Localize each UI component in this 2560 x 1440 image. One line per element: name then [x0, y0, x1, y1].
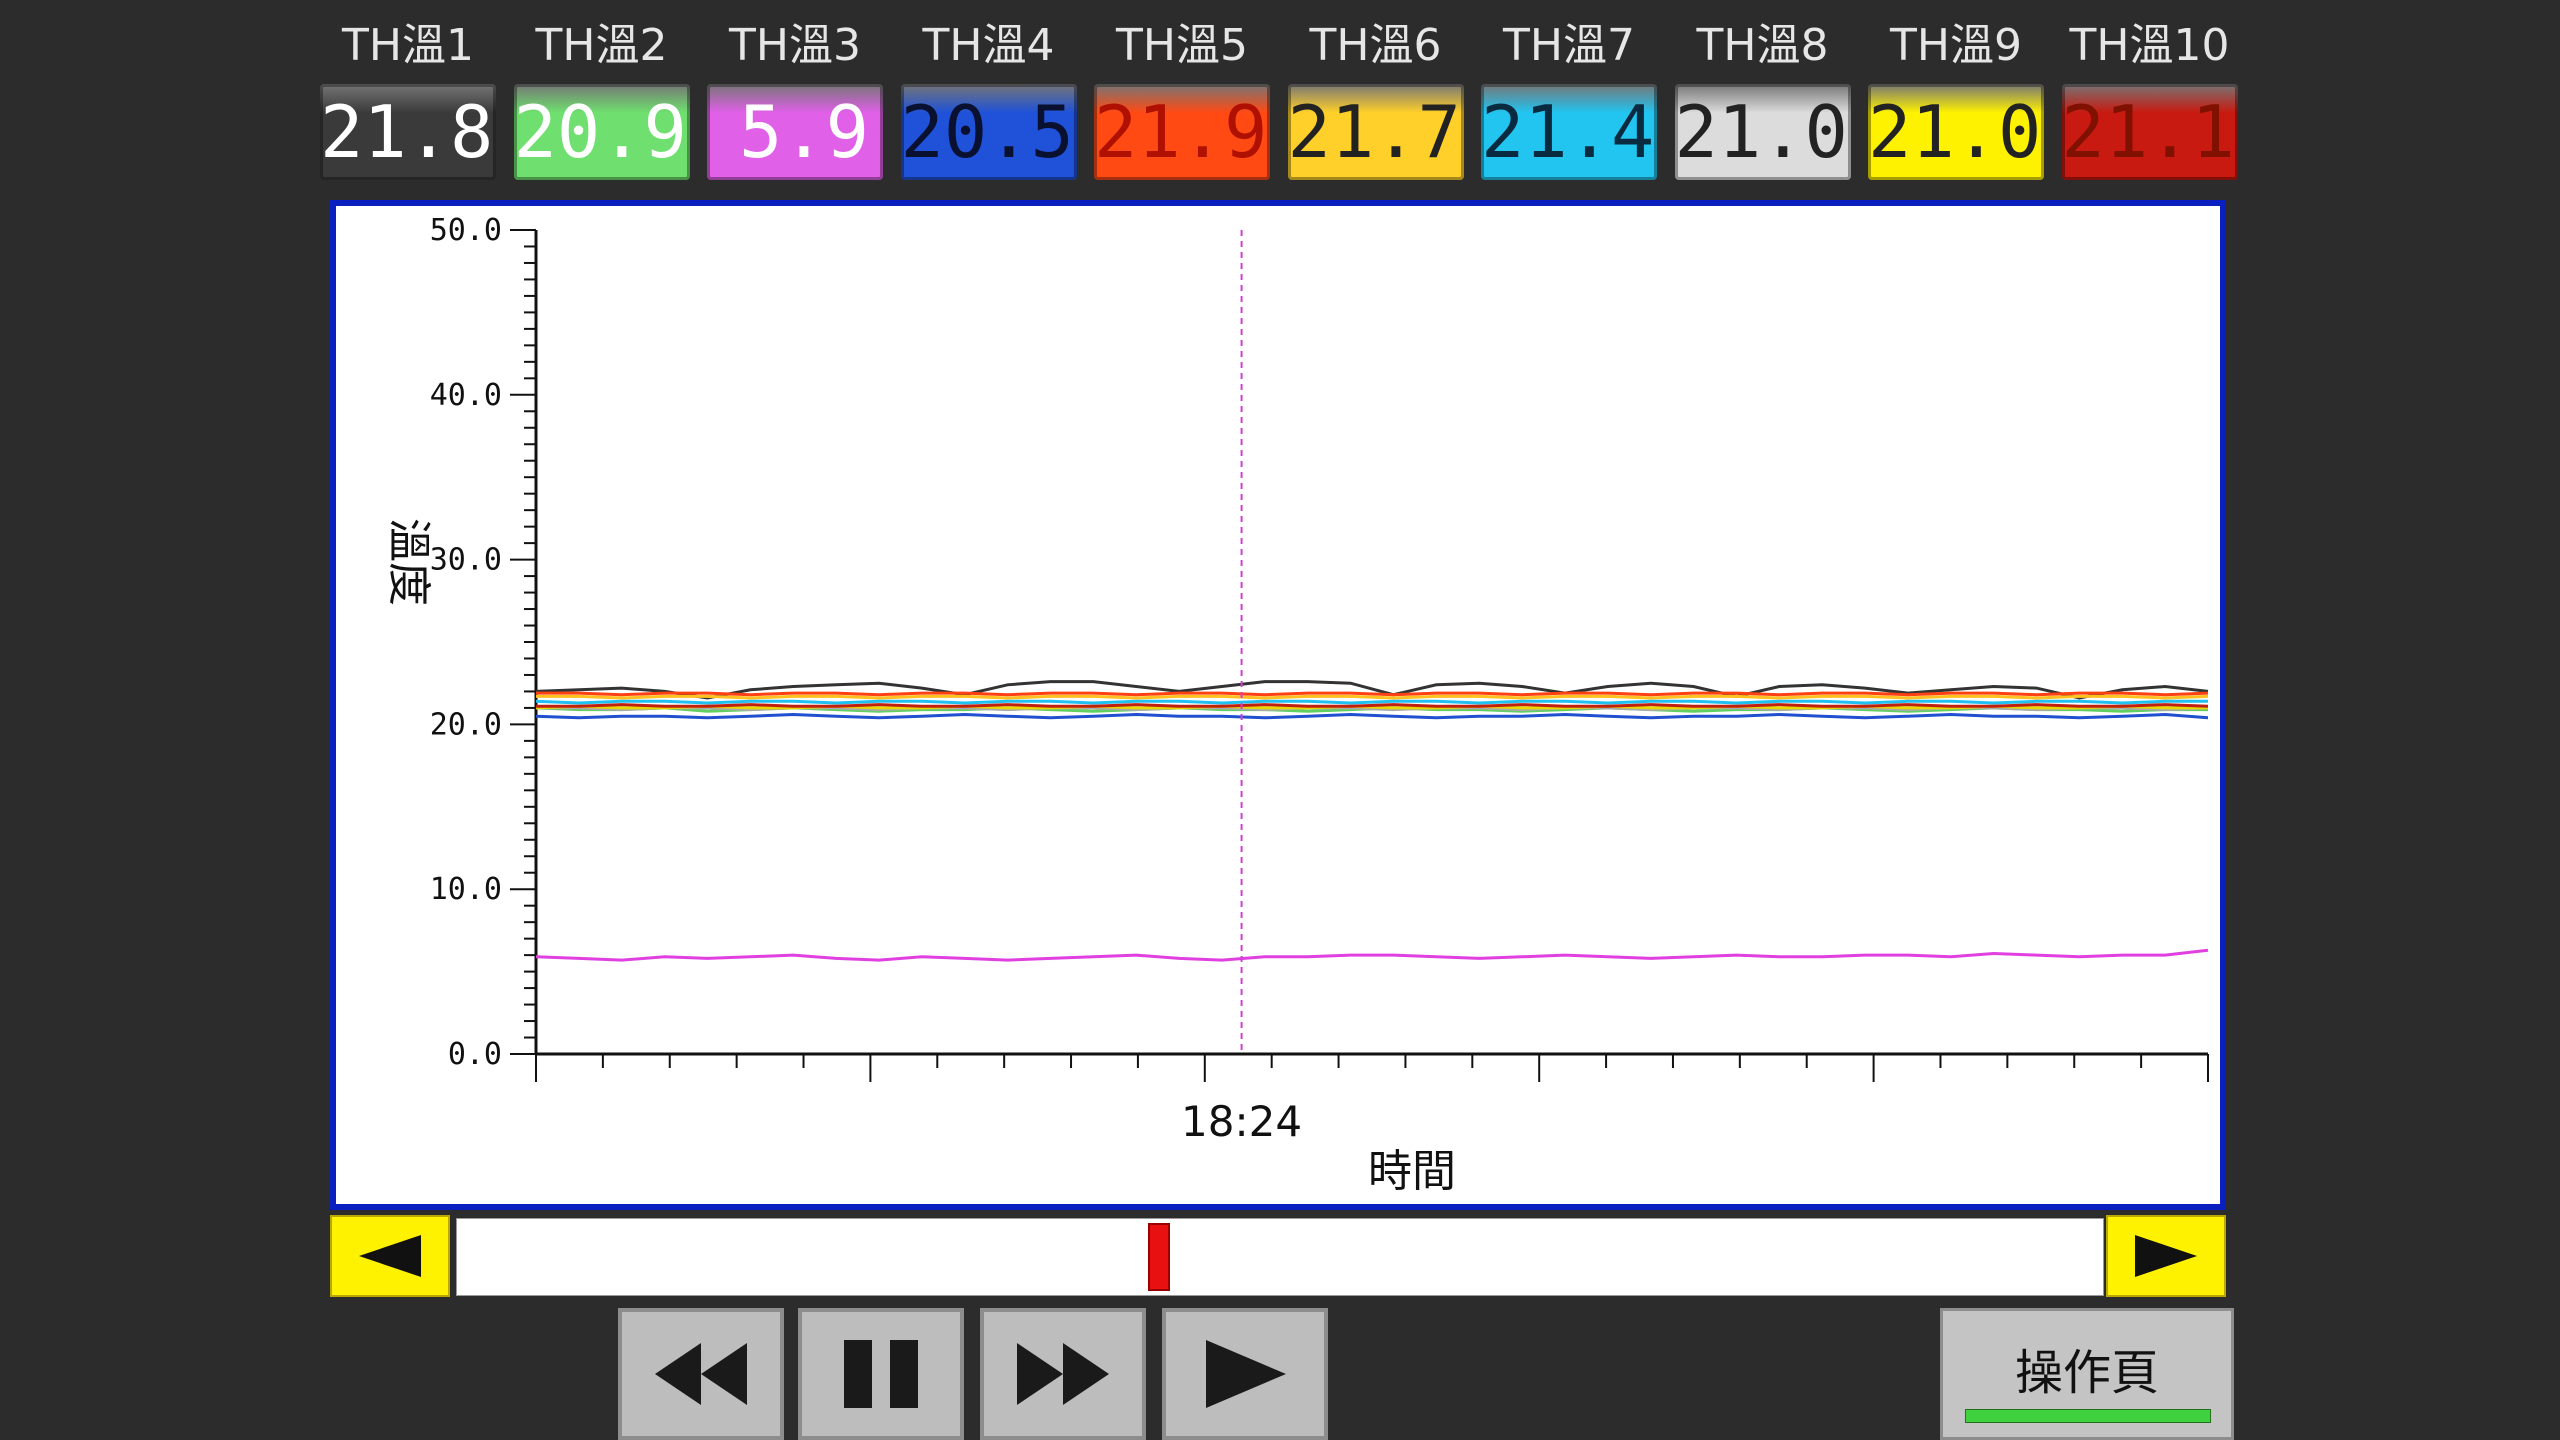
trend-chart: 0.0 10.0 20.0 30.0 40.0 50.0 18:24 時間 溫度 — [330, 200, 2226, 1210]
channel-label: TH溫7 — [1503, 20, 1635, 71]
cursor-time-label: 18:24 — [1181, 1097, 1302, 1146]
series-line — [536, 691, 2209, 697]
y-axis-title: 溫度 — [383, 518, 434, 606]
channel-value: 20.5 — [900, 84, 1077, 180]
y-tick-label: 40.0 — [430, 378, 502, 413]
trend-chart-svg: 0.0 10.0 20.0 30.0 40.0 50.0 18:24 時間 溫度 — [383, 213, 2209, 1197]
channel-value: 21.4 — [1481, 84, 1657, 180]
channel-value: 21.7 — [1287, 84, 1464, 180]
y-tick-label: 20.0 — [430, 707, 502, 742]
scroll-right-button[interactable] — [2106, 1215, 2226, 1297]
channel-value: 21.8 — [320, 84, 496, 180]
play-icon — [1206, 1340, 1286, 1408]
x-axis-title: 時間 — [1368, 1146, 1456, 1197]
channel-label: TH溫2 — [535, 20, 668, 71]
operation-page-label: 操作頁 — [2014, 1345, 2159, 1401]
rewind-button[interactable] — [618, 1308, 784, 1440]
pause-icon — [844, 1340, 918, 1408]
channel-label: TH溫9 — [1890, 20, 2022, 71]
pause-button[interactable] — [798, 1308, 964, 1440]
fast-rewind-icon — [655, 1343, 747, 1405]
time-scrollbar[interactable] — [456, 1218, 2104, 1296]
operation-page-indicator — [1965, 1409, 2211, 1423]
arrow-left-icon — [359, 1235, 421, 1277]
operation-page-button[interactable]: 操作頁 — [1940, 1308, 2234, 1440]
scroll-left-button[interactable] — [330, 1215, 450, 1297]
channel-value: 21.9 — [1094, 84, 1270, 180]
scrollbar-thumb[interactable] — [1148, 1223, 1171, 1291]
arrow-right-icon — [2135, 1235, 2197, 1277]
channel-value: 21.0 — [1674, 84, 1851, 180]
series-line — [535, 948, 2209, 962]
channel-label: TH溫6 — [1309, 20, 1442, 71]
series-line — [536, 694, 2209, 700]
series-line — [535, 699, 2208, 705]
fast-forward-button[interactable] — [980, 1308, 1146, 1440]
play-button[interactable] — [1162, 1308, 1328, 1440]
series-line — [535, 712, 2209, 720]
channel-label: TH溫1 — [342, 20, 474, 71]
channel-label: TH溫5 — [1116, 20, 1248, 71]
y-tick-label: 30.0 — [430, 543, 502, 578]
y-tick-label: 50.0 — [430, 213, 502, 248]
channel-label: TH溫10 — [2069, 20, 2230, 71]
fast-forward-icon — [1017, 1343, 1109, 1405]
channel-label: TH溫4 — [922, 20, 1055, 71]
channel-value: 5.9 — [707, 84, 883, 180]
channel-value: 21.0 — [1868, 84, 2044, 180]
y-tick-label: 10.0 — [430, 872, 502, 907]
y-tick-label: 0.0 — [448, 1037, 502, 1072]
channel-value: 20.9 — [513, 84, 690, 180]
series-line — [536, 703, 2209, 708]
channel-label: TH溫8 — [1696, 20, 1829, 71]
channel-label: TH溫3 — [729, 20, 861, 71]
channel-value: 21.1 — [2061, 84, 2238, 180]
